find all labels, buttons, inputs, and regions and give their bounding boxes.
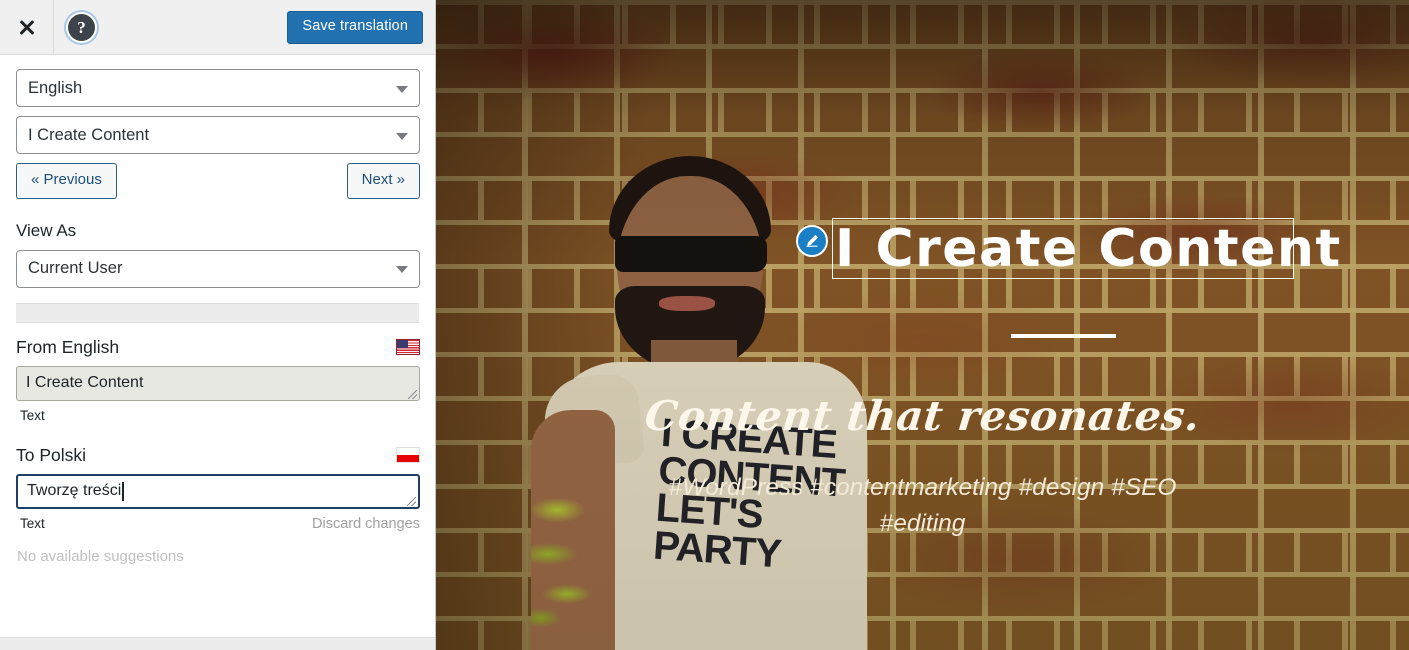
target-title: To Polski bbox=[16, 444, 87, 465]
view-as-value: Current User bbox=[28, 259, 123, 277]
site-preview[interactable]: I Create Content Let's Party I Create Co… bbox=[436, 0, 1409, 650]
hero-divider bbox=[1011, 334, 1116, 338]
language-select[interactable]: English bbox=[16, 69, 420, 107]
hero-title: I Create Content bbox=[835, 218, 1342, 279]
close-button[interactable] bbox=[0, 0, 54, 54]
next-button[interactable]: Next » bbox=[346, 163, 420, 199]
help-button[interactable]: ? bbox=[54, 0, 109, 55]
target-meta-row: Text Discard changes bbox=[16, 516, 420, 532]
translation-sidebar: ? Save translation English I Create Cont… bbox=[0, 0, 436, 650]
section-divider bbox=[16, 302, 419, 323]
chevron-down-icon bbox=[396, 132, 408, 140]
save-translation-button[interactable]: Save translation bbox=[287, 11, 423, 44]
translation-editor-screen: ? Save translation English I Create Cont… bbox=[0, 0, 1409, 650]
source-header: From English bbox=[16, 337, 420, 358]
flag-pl-icon bbox=[396, 447, 420, 463]
string-select-value: I Create Content bbox=[28, 125, 150, 144]
source-title: From English bbox=[16, 336, 120, 357]
translation-pane: From English I Create Content Text To Po… bbox=[0, 322, 435, 565]
help-icon: ? bbox=[68, 13, 95, 41]
target-text-field[interactable]: Tworzę treści bbox=[16, 473, 420, 509]
hero-overlay: I Create Content Content that resonates.… bbox=[436, 0, 1409, 650]
resize-handle-icon[interactable] bbox=[408, 389, 417, 399]
navigation-row: « Previous Next » bbox=[16, 163, 420, 199]
pencil-icon[interactable] bbox=[796, 225, 828, 257]
previous-button[interactable]: « Previous bbox=[16, 163, 117, 199]
hero-tagline: Content that resonates. bbox=[642, 392, 1203, 440]
sidebar-bottom-band bbox=[0, 638, 435, 650]
source-text-value: I Create Content bbox=[26, 374, 144, 391]
source-text-field[interactable]: I Create Content bbox=[16, 365, 420, 401]
view-as-label: View As bbox=[16, 220, 77, 240]
flag-us-icon bbox=[396, 339, 420, 355]
target-text-value: Tworzę treści bbox=[27, 482, 122, 499]
discard-changes-link[interactable]: Discard changes bbox=[312, 516, 420, 532]
close-icon bbox=[18, 18, 36, 36]
resize-handle-icon[interactable] bbox=[407, 496, 416, 506]
string-select[interactable]: I Create Content bbox=[16, 116, 420, 154]
chevron-down-icon bbox=[396, 266, 408, 273]
source-type-label: Text bbox=[20, 407, 45, 423]
target-type-label: Text bbox=[20, 516, 45, 531]
language-select-value: English bbox=[28, 78, 83, 97]
view-as-select[interactable]: Current User bbox=[16, 249, 420, 288]
target-header: To Polski bbox=[16, 445, 420, 466]
hero-hashtags: #WordPress #contentmarketing #design #SE… bbox=[668, 474, 1177, 537]
sidebar-topbar: ? Save translation bbox=[0, 0, 435, 55]
selector-pane: English I Create Content « Previous Next… bbox=[0, 55, 435, 323]
hero-title-selection-box[interactable]: I Create Content bbox=[832, 218, 1340, 279]
source-meta-row: Text bbox=[16, 408, 420, 423]
chevron-down-icon bbox=[396, 85, 408, 93]
suggestions-text: No available suggestions bbox=[17, 547, 184, 565]
text-cursor bbox=[122, 481, 124, 501]
